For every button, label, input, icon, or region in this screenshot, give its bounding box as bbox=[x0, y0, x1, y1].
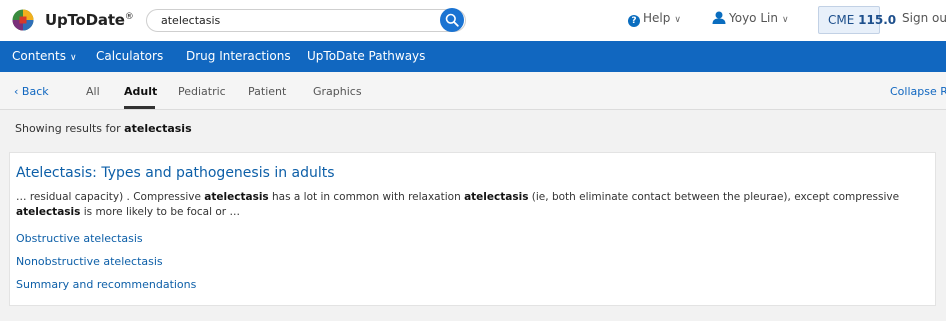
search-result-card: Atelectasis: Types and pathogenesis in a… bbox=[9, 152, 936, 306]
back-button[interactable]: ‹ Back bbox=[14, 85, 49, 98]
tab-pediatric[interactable]: Pediatric bbox=[178, 85, 226, 98]
active-tab-indicator bbox=[124, 106, 155, 109]
brand-name[interactable]: UpToDate® bbox=[45, 11, 134, 29]
nav-contents[interactable]: Contents ∨ bbox=[12, 49, 77, 63]
help-menu[interactable]: ? Help ∨ bbox=[628, 11, 681, 27]
section-link-obstructive[interactable]: Obstructive atelectasis bbox=[16, 232, 143, 245]
result-snippet: … residual capacity) . Compressive atele… bbox=[16, 191, 900, 218]
chevron-down-icon: ∨ bbox=[781, 15, 789, 25]
chevron-down-icon: ∨ bbox=[674, 15, 681, 25]
nav-calculators[interactable]: Calculators bbox=[96, 49, 163, 63]
results-filter-bar: ‹ Back All Adult Pediatric Patient Graph… bbox=[0, 72, 946, 110]
collapse-results-button[interactable]: Collapse Results bbox=[890, 85, 946, 98]
tab-all[interactable]: All bbox=[86, 85, 100, 98]
cme-value: 115.0 bbox=[858, 13, 897, 27]
tab-graphics[interactable]: Graphics bbox=[313, 85, 362, 98]
user-icon bbox=[712, 11, 726, 24]
showing-results-text: Showing results for atelectasis bbox=[15, 122, 192, 135]
search-query: atelectasis bbox=[124, 122, 192, 135]
help-label: Help bbox=[643, 11, 671, 25]
search-button[interactable] bbox=[440, 8, 464, 32]
main-nav: Contents ∨ Calculators Drug Interactions … bbox=[0, 41, 946, 72]
user-menu[interactable]: Yoyo Lin ∨ bbox=[712, 11, 789, 25]
registered-mark: ® bbox=[124, 12, 134, 22]
tab-adult[interactable]: Adult bbox=[124, 85, 157, 98]
top-header: UpToDate® × ?Help∨ Yoyo Lin∨ CME 115.0 S… bbox=[0, 0, 946, 41]
cme-badge[interactable]: CME 115.0 bbox=[818, 6, 896, 34]
section-link-summary[interactable]: Summary and recommendations bbox=[16, 278, 196, 291]
uptodate-logo-icon[interactable] bbox=[12, 9, 34, 31]
app-root: UpToDate® × ?Help∨ Yoyo Lin∨ CME 115.0 S… bbox=[0, 0, 946, 321]
nav-drug-interactions[interactable]: Drug Interactions bbox=[186, 49, 291, 63]
chevron-left-icon: ‹ bbox=[14, 85, 22, 98]
sign-out-link[interactable]: Sign out bbox=[902, 11, 946, 25]
search-box: × bbox=[146, 9, 466, 32]
search-input[interactable] bbox=[161, 10, 441, 31]
nav-uptodate-pathways[interactable]: UpToDate Pathways bbox=[307, 49, 425, 63]
chevron-down-icon: ∨ bbox=[69, 53, 77, 63]
search-icon bbox=[445, 13, 459, 27]
user-name: Yoyo Lin bbox=[729, 11, 778, 25]
cme-label: CME bbox=[828, 13, 855, 27]
result-title-link[interactable]: Atelectasis: Types and pathogenesis in a… bbox=[16, 165, 335, 181]
help-icon: ? bbox=[628, 15, 640, 27]
tab-patient[interactable]: Patient bbox=[248, 85, 286, 98]
section-link-nonobstructive[interactable]: Nonobstructive atelectasis bbox=[16, 255, 163, 268]
